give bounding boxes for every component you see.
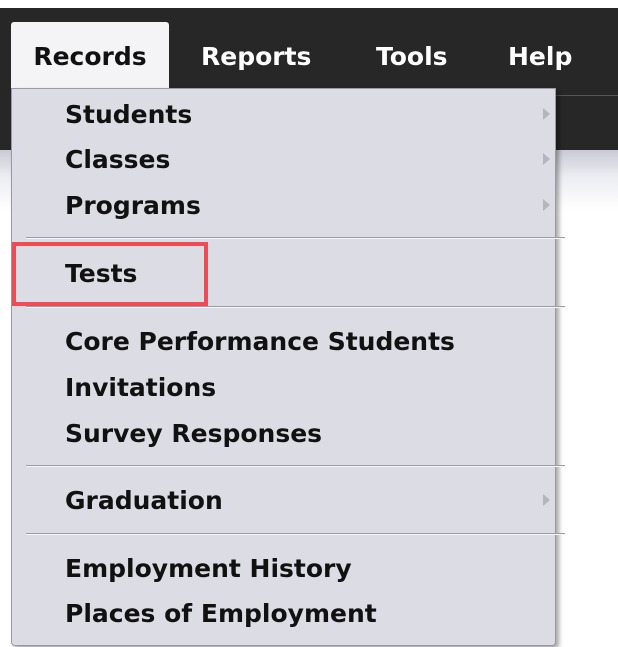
chevron-right-icon bbox=[543, 199, 550, 211]
tests-highlight-box bbox=[12, 242, 208, 306]
menu-reports[interactable]: Reports bbox=[201, 31, 311, 83]
menu-records[interactable]: Records bbox=[11, 22, 169, 88]
chevron-right-icon bbox=[543, 153, 550, 165]
menu-separator bbox=[26, 533, 565, 535]
menu-separator bbox=[26, 306, 565, 308]
menu-item-core-performance-students[interactable]: Core Performance Students bbox=[65, 327, 455, 357]
menu-item-invitations[interactable]: Invitations bbox=[65, 373, 216, 403]
menu-item-survey-responses[interactable]: Survey Responses bbox=[65, 419, 322, 449]
menu-item-employment-history[interactable]: Employment History bbox=[65, 554, 352, 584]
menu-separator bbox=[26, 465, 565, 467]
chevron-right-icon bbox=[543, 108, 550, 120]
menu-tools[interactable]: Tools bbox=[376, 31, 448, 83]
menu-item-students[interactable]: Students bbox=[65, 100, 192, 130]
records-dropdown-menu: Students Classes Programs Tests Core Per… bbox=[11, 88, 565, 646]
chevron-right-icon bbox=[543, 494, 550, 506]
menu-separator bbox=[26, 237, 565, 239]
menu-item-classes[interactable]: Classes bbox=[65, 145, 170, 175]
menu-item-programs[interactable]: Programs bbox=[65, 191, 201, 221]
menu-help[interactable]: Help bbox=[508, 31, 572, 83]
menu-item-graduation[interactable]: Graduation bbox=[65, 486, 223, 516]
menu-item-places-of-employment[interactable]: Places of Employment bbox=[65, 599, 377, 629]
